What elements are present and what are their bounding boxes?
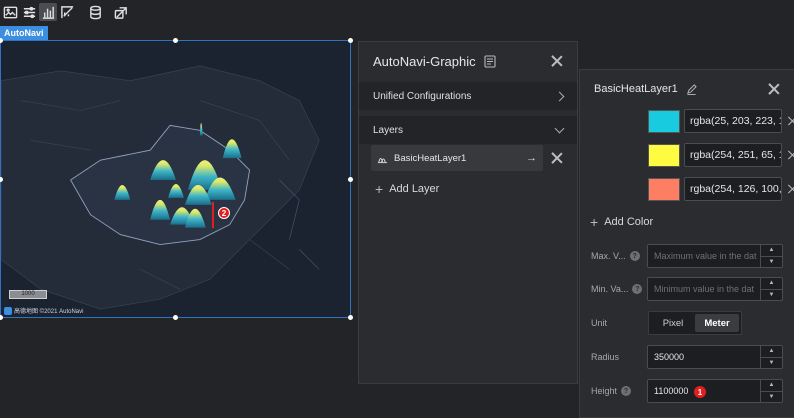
- remove-color-icon[interactable]: [788, 116, 794, 126]
- min-value-label-text: Min. Va...: [591, 284, 629, 294]
- help-icon[interactable]: ?: [632, 284, 643, 294]
- document-icon[interactable]: [484, 54, 496, 68]
- height-input[interactable]: 1100000 ▲ ▼: [647, 379, 783, 403]
- max-value-input[interactable]: Maximum value in the dat ▲ ▼: [647, 244, 783, 268]
- stepper: ▲ ▼: [760, 346, 782, 368]
- increment-icon[interactable]: ▲: [761, 380, 782, 392]
- map-logo: 高德地图 ©2021 AutoNavi: [4, 306, 83, 315]
- help-icon[interactable]: ?: [621, 386, 632, 396]
- decrement-icon[interactable]: ▼: [761, 257, 782, 268]
- color-swatch[interactable]: [648, 109, 680, 133]
- share-icon[interactable]: [112, 3, 130, 21]
- increment-icon[interactable]: ▲: [761, 245, 782, 257]
- scale-bar: 1000: [9, 290, 47, 299]
- increment-icon[interactable]: ▲: [761, 278, 782, 290]
- min-value-label: Min. Va... ?: [591, 284, 643, 294]
- layers-row[interactable]: Layers: [359, 116, 577, 144]
- database-icon[interactable]: [86, 3, 104, 21]
- radius-value: 350000: [654, 352, 685, 362]
- panel-title: BasicHeatLayer1: [594, 83, 697, 95]
- layer-item-label: BasicHeatLayer1: [394, 152, 467, 164]
- min-value-placeholder: Minimum value in the dat: [654, 284, 755, 294]
- resize-handle[interactable]: [173, 38, 178, 43]
- toolbar: [0, 0, 140, 24]
- unit-label: Unit: [591, 318, 608, 328]
- remove-color-icon[interactable]: [788, 184, 794, 194]
- decrement-icon[interactable]: ▼: [761, 290, 782, 301]
- max-value-placeholder: Maximum value in the dat: [654, 251, 757, 261]
- unit-toggle: Pixel Meter: [648, 311, 742, 335]
- no-chart-icon[interactable]: [58, 3, 76, 21]
- resize-handle[interactable]: [173, 315, 178, 320]
- unit-option-meter[interactable]: Meter: [695, 314, 739, 332]
- unified-configurations-label: Unified Configurations: [373, 90, 472, 102]
- layers-label: Layers: [373, 124, 404, 136]
- color-value-input[interactable]: rgba(254, 251, 65, 1): [684, 143, 782, 167]
- panel-title-text: AutoNavi-Graphic: [373, 53, 476, 69]
- color-row: rgba(254, 126, 100, 1): [648, 177, 794, 201]
- color-swatch[interactable]: [648, 143, 680, 167]
- edit-icon[interactable]: [686, 83, 697, 95]
- resize-handle[interactable]: [348, 38, 353, 43]
- resize-handle[interactable]: [348, 315, 353, 320]
- close-icon[interactable]: [768, 83, 780, 95]
- add-layer-button[interactable]: + Add Layer: [375, 181, 440, 197]
- plus-icon: +: [375, 181, 384, 197]
- stepper: ▲ ▼: [760, 245, 782, 267]
- resize-handle[interactable]: [0, 315, 3, 320]
- map-logo-icon: [4, 306, 12, 315]
- layer-item[interactable]: BasicHeatLayer1 →: [371, 145, 543, 171]
- decrement-icon[interactable]: ▼: [761, 358, 782, 369]
- arrow-right-icon[interactable]: →: [526, 152, 537, 164]
- color-swatch[interactable]: [648, 177, 680, 201]
- stepper: ▲ ▼: [760, 380, 782, 402]
- unit-option-pixel[interactable]: Pixel: [651, 314, 695, 332]
- max-value-label-text: Max. V...: [591, 251, 626, 261]
- color-row: rgba(254, 251, 65, 1): [648, 143, 794, 167]
- map-tag[interactable]: AutoNavi: [0, 26, 48, 40]
- panel-title-text: BasicHeatLayer1: [594, 83, 678, 95]
- unified-configurations-row[interactable]: Unified Configurations: [359, 82, 577, 110]
- annotation-marker-1: 1: [694, 386, 706, 398]
- radius-input[interactable]: 350000 ▲ ▼: [647, 345, 783, 369]
- min-value-input[interactable]: Minimum value in the dat ▲ ▼: [647, 277, 783, 301]
- image-icon[interactable]: [1, 3, 19, 21]
- resize-handle[interactable]: [348, 177, 353, 182]
- heat-layer-icon: [377, 157, 388, 163]
- close-icon[interactable]: [551, 55, 563, 67]
- add-layer-label: Add Layer: [389, 183, 440, 195]
- add-color-label: Add Color: [604, 216, 654, 228]
- panel-header: AutoNavi-Graphic: [359, 42, 577, 80]
- stepper: ▲ ▼: [760, 278, 782, 300]
- height-label: Height ?: [591, 386, 632, 396]
- layer-config-panel: BasicHeatLayer1 rgba(25, 203, 223, 1) rg…: [579, 69, 794, 418]
- panel-title: AutoNavi-Graphic: [373, 54, 496, 69]
- add-color-button[interactable]: + Add Color: [590, 214, 654, 230]
- delete-layer-icon[interactable]: [551, 152, 563, 164]
- color-value-input[interactable]: rgba(254, 126, 100, 1): [684, 177, 782, 201]
- annotation-line: [212, 202, 214, 228]
- max-value-label: Max. V... ?: [591, 251, 640, 261]
- sliders-icon[interactable]: [20, 3, 38, 21]
- height-label-text: Height: [591, 386, 618, 396]
- map-graphic: [1, 41, 350, 317]
- color-value-input[interactable]: rgba(25, 203, 223, 1): [684, 109, 782, 133]
- chevron-right-icon: [554, 91, 565, 101]
- help-icon[interactable]: ?: [629, 251, 640, 261]
- annotation-marker-2: 2: [218, 207, 230, 219]
- map-logo-text: 高德地图 ©2021 AutoNavi: [14, 309, 84, 315]
- increment-icon[interactable]: ▲: [761, 346, 782, 358]
- chevron-down-icon: [554, 123, 565, 133]
- plus-icon: +: [590, 214, 599, 230]
- radius-label: Radius: [591, 352, 620, 362]
- bar-chart-icon[interactable]: [39, 3, 57, 21]
- panel-header: BasicHeatLayer1: [580, 70, 794, 108]
- map-canvas[interactable]: 1000 高德地图 ©2021 AutoNavi: [0, 40, 351, 318]
- graphic-config-panel: AutoNavi-Graphic Unified Configurations …: [358, 41, 578, 384]
- remove-color-icon[interactable]: [788, 150, 794, 160]
- color-row: rgba(25, 203, 223, 1): [648, 109, 794, 133]
- decrement-icon[interactable]: ▼: [761, 392, 782, 403]
